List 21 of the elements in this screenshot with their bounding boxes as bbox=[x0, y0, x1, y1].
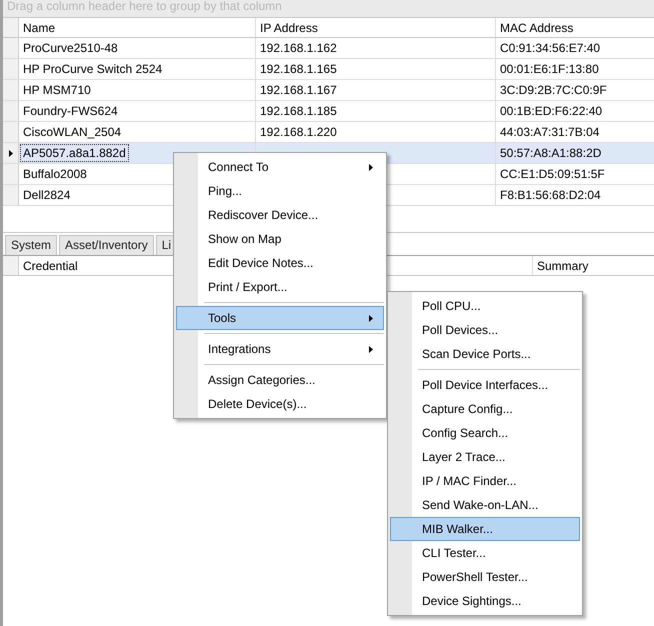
table-cell: AP5057.a8a1.882d bbox=[21, 145, 128, 161]
table-cell: 44:03:A7:31:7B:04 bbox=[500, 125, 600, 139]
table-cell: Buffalo2008 bbox=[23, 167, 87, 181]
table-cell: 192.168.1.167 bbox=[260, 83, 337, 97]
table-cell: Foundry-FWS624 bbox=[23, 104, 118, 118]
table-cell: F8:B1:56:68:D2:04 bbox=[500, 188, 601, 202]
table-cell: ProCurve2510-48 bbox=[23, 41, 118, 55]
table-cell: CC:E1:D5:09:51:5F bbox=[500, 167, 605, 181]
table-cell: 3C:D9:2B:7C:C0:9F bbox=[500, 83, 607, 97]
table-cell: 00:1B:ED:F6:22:40 bbox=[500, 104, 602, 118]
table-cell: 00:01:E6:1F:13:80 bbox=[500, 62, 599, 76]
table-cell: C0:91:34:56:E7:40 bbox=[500, 41, 600, 55]
table-cell: 192.168.1.185 bbox=[260, 104, 337, 118]
table-cell: HP ProCurve Switch 2524 bbox=[23, 62, 162, 76]
table-cell: HP MSM710 bbox=[23, 83, 91, 97]
table-cell: 50:57:A8:A1:88:2D bbox=[500, 146, 602, 160]
table-cell: CiscoWLAN_2504 bbox=[23, 125, 122, 139]
table-cell: 192.168.1.162 bbox=[260, 41, 337, 55]
table-cell: Dell2824 bbox=[23, 188, 70, 202]
table-cell: 192.168.1.165 bbox=[260, 62, 337, 76]
table-cell: 192.168.1.220 bbox=[260, 125, 337, 139]
